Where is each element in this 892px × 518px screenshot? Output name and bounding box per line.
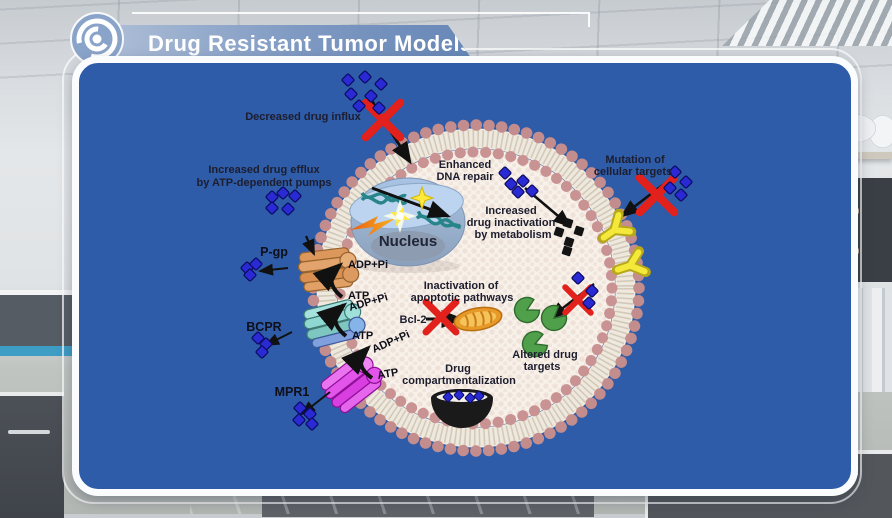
label-pump-pgp: P-gp	[260, 245, 288, 259]
decor-line-top	[132, 12, 590, 14]
label-dna-repair: DNA repair	[436, 171, 494, 183]
cabinet-left	[0, 392, 64, 518]
label-adp: ADP+Pi	[348, 259, 388, 271]
label-mutation: cellular targets	[594, 166, 672, 178]
label-apoptosis: apoptotic pathways	[411, 292, 514, 304]
label-metabolism: drug inactivation	[467, 217, 556, 229]
nucleus-label: Nucleus	[379, 233, 437, 250]
label-bcl2: Bcl-2	[400, 314, 427, 326]
page-title: Drug Resistant Tumor Models	[148, 31, 473, 57]
label-increased-efflux: Increased drug efflux	[208, 164, 320, 176]
decor-line-tick	[588, 12, 590, 27]
label-pump-mpr1: MPR1	[275, 385, 310, 399]
label-compartmentalization: Drug	[445, 363, 471, 375]
label-mutation: Mutation of	[605, 154, 665, 166]
label-pump-bcpr: BCPR	[246, 320, 281, 334]
label-atp: ATP	[352, 330, 373, 342]
label-apoptosis: Inactivation of	[424, 280, 499, 292]
label-compartmentalization: compartmentalization	[402, 375, 516, 387]
label-metabolism: Increased	[485, 205, 536, 217]
label-altered-targets: targets	[524, 361, 561, 373]
label-decreased-influx: Decreased drug influx	[245, 111, 361, 123]
pgp-efflux-arrow	[260, 268, 288, 271]
label-metabolism: by metabolism	[474, 229, 551, 241]
label-dna-repair: Enhanced	[439, 159, 492, 171]
label-increased-efflux: by ATP-dependent pumps	[196, 177, 331, 189]
pgp-uptake-arrow	[306, 236, 314, 254]
tumor-cell-diagram: Nucleus	[84, 68, 834, 474]
label-altered-targets: Altered drug	[512, 349, 577, 361]
